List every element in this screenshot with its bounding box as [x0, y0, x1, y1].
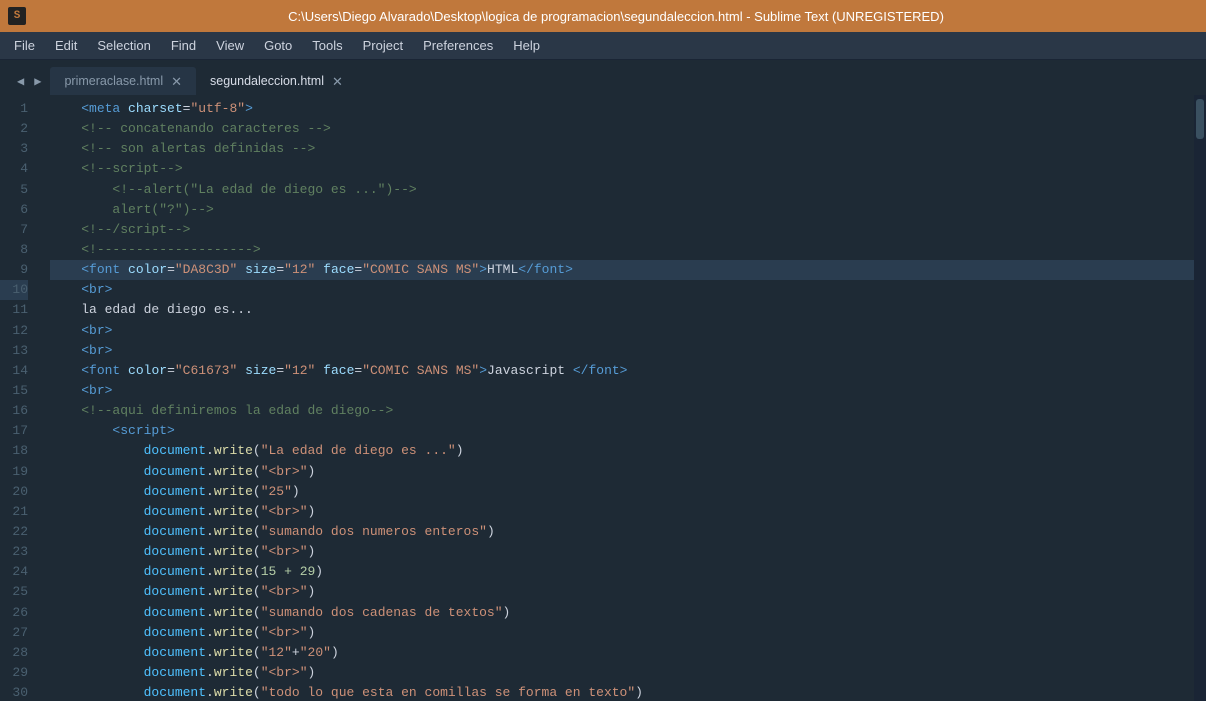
menu-bar: File Edit Selection Find View Goto Tools… [0, 32, 1206, 60]
scrollbar-thumb[interactable] [1196, 99, 1204, 139]
menu-edit[interactable]: Edit [45, 34, 87, 57]
code-line-27: document.write("sumando dos cadenas de t… [50, 603, 1194, 623]
tab-segundaleccion[interactable]: segundaleccion.html ✕ [196, 67, 357, 95]
menu-goto[interactable]: Goto [254, 34, 302, 57]
line-num: 23 [0, 542, 28, 562]
line-num: 19 [0, 462, 28, 482]
line-num: 17 [0, 421, 28, 441]
code-line-20: document.write("<br>") [50, 462, 1194, 482]
menu-help[interactable]: Help [503, 34, 550, 57]
tab-close-2[interactable]: ✕ [332, 75, 343, 88]
line-num: 24 [0, 562, 28, 582]
line-num: 15 [0, 381, 28, 401]
code-content[interactable]: <meta charset="utf-8"> <!-- concatenando… [38, 95, 1194, 701]
menu-find[interactable]: Find [161, 34, 206, 57]
tab-primeraclase[interactable]: primeraclase.html ✕ [50, 67, 196, 95]
code-line-30: document.write("<br>") [50, 663, 1194, 683]
menu-preferences[interactable]: Preferences [413, 34, 503, 57]
code-line-2: <!-- concatenando caracteres --> [50, 119, 1194, 139]
line-num: 5 [0, 180, 28, 200]
code-line-8: <!--------------------> [50, 240, 1194, 260]
code-line-4: <!--script--> [50, 159, 1194, 179]
line-num: 28 [0, 643, 28, 663]
line-num: 12 [0, 321, 28, 341]
code-line-18: <script> [50, 421, 1194, 441]
line-num: 9 [0, 260, 28, 280]
tab-label-1: primeraclase.html [64, 74, 163, 88]
line-num: 4 [0, 159, 28, 179]
line-num: 6 [0, 200, 28, 220]
line-num: 20 [0, 482, 28, 502]
line-num: 18 [0, 441, 28, 461]
line-num: 13 [0, 341, 28, 361]
code-line-31: document.write("todo lo que esta en comi… [50, 683, 1194, 701]
line-num: 16 [0, 401, 28, 421]
menu-project[interactable]: Project [353, 34, 413, 57]
line-num: 3 [0, 139, 28, 159]
code-line-5: <!--alert("La edad de diego es ...")--> [50, 180, 1194, 200]
code-line-23: document.write("sumando dos numeros ente… [50, 522, 1194, 542]
code-line-19: document.write("La edad de diego es ..."… [50, 441, 1194, 461]
line-numbers: 1 2 3 4 5 6 7 8 9 10 11 12 13 14 15 16 1… [0, 95, 38, 701]
app-icon: S [8, 7, 26, 25]
line-num: 29 [0, 663, 28, 683]
line-num: 2 [0, 119, 28, 139]
line-num: 7 [0, 220, 28, 240]
tab-navigation: ◀ ▶ [8, 67, 50, 95]
code-line-12: la edad de diego es... [50, 300, 1194, 320]
code-line-21: document.write("25") [50, 482, 1194, 502]
tab-close-1[interactable]: ✕ [171, 75, 182, 88]
line-num: 30 [0, 683, 28, 701]
code-line-26: document.write("<br>") [50, 582, 1194, 602]
tab-label-2: segundaleccion.html [210, 74, 324, 88]
line-num: 21 [0, 502, 28, 522]
code-line-17: <!--aqui definiremos la edad de diego--> [50, 401, 1194, 421]
code-line-10: <font color="DA8C3D" size="12" face="COM… [50, 260, 1194, 280]
line-num: 25 [0, 582, 28, 602]
line-num: 26 [0, 603, 28, 623]
code-line-1: <meta charset="utf-8"> [50, 99, 1194, 119]
code-line-6: alert("?")--> [50, 200, 1194, 220]
tab-bar: ◀ ▶ primeraclase.html ✕ segundaleccion.h… [0, 60, 1206, 95]
code-line-15: <font color="C61673" size="12" face="COM… [50, 361, 1194, 381]
line-num: 14 [0, 361, 28, 381]
code-line-16: <br> [50, 381, 1194, 401]
code-line-3: <!-- son alertas definidas --> [50, 139, 1194, 159]
tab-next[interactable]: ▶ [31, 72, 44, 91]
code-line-22: document.write("<br>") [50, 502, 1194, 522]
code-line-7: <!--/script--> [50, 220, 1194, 240]
code-line-25: document.write(15 + 29) [50, 562, 1194, 582]
code-line-11: <br> [50, 280, 1194, 300]
editor: 1 2 3 4 5 6 7 8 9 10 11 12 13 14 15 16 1… [0, 95, 1206, 701]
line-num: 27 [0, 623, 28, 643]
code-line-24: document.write("<br>") [50, 542, 1194, 562]
line-num: 10 [0, 280, 28, 300]
code-line-13: <br> [50, 321, 1194, 341]
line-num: 22 [0, 522, 28, 542]
menu-file[interactable]: File [4, 34, 45, 57]
code-line-29: document.write("12"+"20") [50, 643, 1194, 663]
line-num: 1 [0, 99, 28, 119]
menu-view[interactable]: View [206, 34, 254, 57]
line-num: 11 [0, 300, 28, 320]
menu-tools[interactable]: Tools [302, 34, 352, 57]
title-bar: S C:\Users\Diego Alvarado\Desktop\logica… [0, 0, 1206, 32]
tab-prev[interactable]: ◀ [14, 72, 27, 91]
code-line-14: <br> [50, 341, 1194, 361]
title-text: C:\Users\Diego Alvarado\Desktop\logica d… [34, 9, 1198, 24]
line-num: 8 [0, 240, 28, 260]
code-line-28: document.write("<br>") [50, 623, 1194, 643]
scrollbar[interactable] [1194, 95, 1206, 701]
menu-selection[interactable]: Selection [87, 34, 160, 57]
